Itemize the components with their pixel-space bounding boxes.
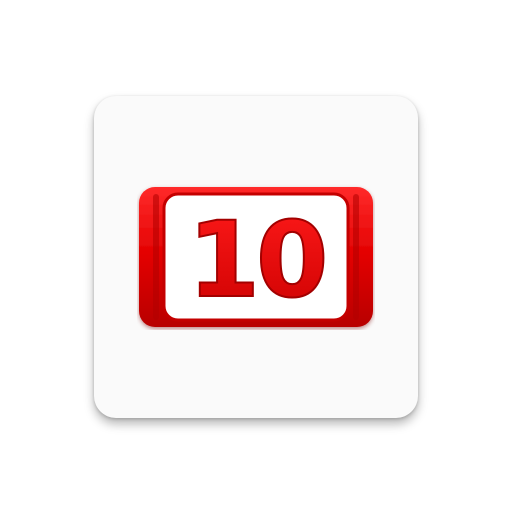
logo-bracket-left [153,194,159,320]
logo-number: 10 [188,199,325,321]
channel-10-logo: 10 [137,184,375,330]
channel-10-logo-icon: 10 [139,187,373,327]
logo-bracket-right [353,194,359,320]
launcher-background: 10 [0,0,512,512]
